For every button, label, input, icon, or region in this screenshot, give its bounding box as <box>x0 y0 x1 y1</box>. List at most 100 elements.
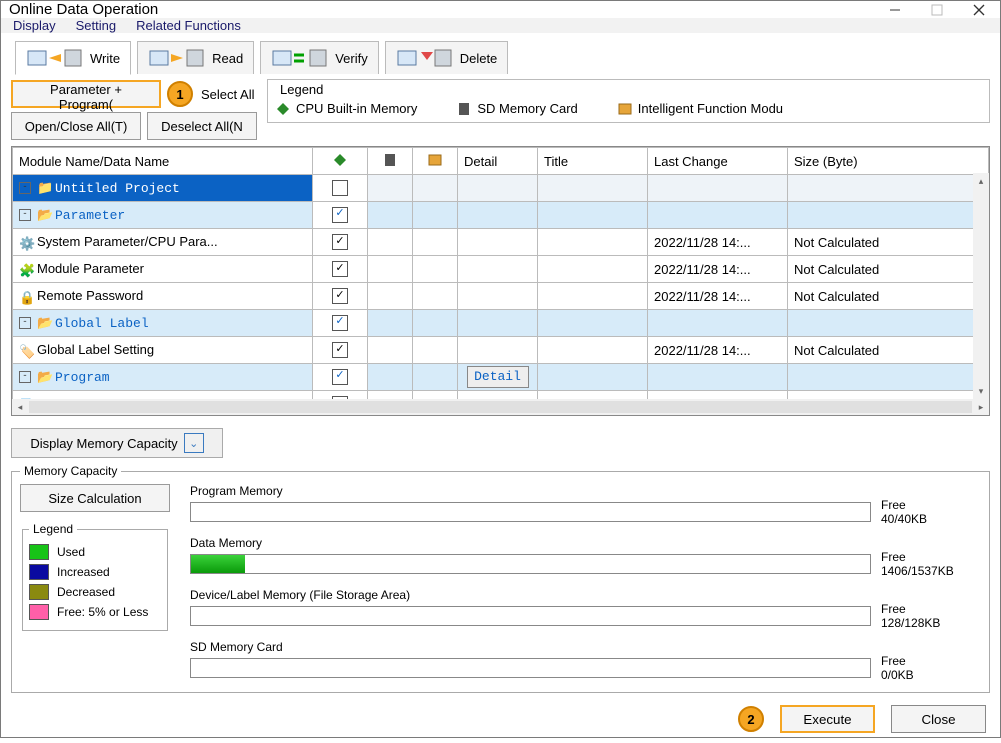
select-all-button[interactable]: Select All <box>199 80 256 108</box>
cpu-chip-icon <box>276 102 290 116</box>
menubar: Display Setting Related Functions <box>1 18 1000 33</box>
tabs: Write Read Verify Delete <box>11 37 990 74</box>
horizontal-scrollbar[interactable]: ◂▸ <box>12 399 989 415</box>
row-remote-pw[interactable]: 🔒Remote Password 2022/11/28 14:...Not Ca… <box>13 283 989 310</box>
parameter-program-button[interactable]: Parameter + Program( <box>11 80 161 108</box>
checkbox[interactable] <box>332 261 348 277</box>
program-icon: 📄 <box>19 398 33 399</box>
tab-read-label: Read <box>212 51 243 66</box>
delete-icon <box>396 47 454 69</box>
display-memory-capacity-toggle[interactable]: Display Memory Capacity ⌄ <box>11 428 223 458</box>
window-title: Online Data Operation <box>9 1 874 18</box>
tab-write[interactable]: Write <box>15 41 131 75</box>
tab-delete-label: Delete <box>460 51 498 66</box>
checkbox[interactable] <box>332 234 348 250</box>
menu-display[interactable]: Display <box>13 18 56 33</box>
checkbox[interactable] <box>332 396 348 399</box>
memory-capacity-title: Memory Capacity <box>20 464 121 478</box>
legend-box: Legend CPU Built-in Memory SD Memory Car… <box>267 79 990 123</box>
bar-program-memory: Program Memory Free40/40KB <box>190 484 981 526</box>
tab-verify-label: Verify <box>335 51 368 66</box>
col-detail[interactable]: Detail <box>458 148 538 175</box>
col-last[interactable]: Last Change <box>648 148 788 175</box>
data-grid: Module Name/Data Name Detail Title Last … <box>11 146 990 416</box>
row-main[interactable]: 📄MAIN 2022/11/28 14:Not Calculated <box>13 391 989 400</box>
footer: 2 Execute Close <box>11 699 990 733</box>
memory-capacity: Memory Capacity Size Calculation Legend … <box>11 464 990 693</box>
row-global-label-setting[interactable]: 🏷️Global Label Setting 2022/11/28 14:...… <box>13 337 989 364</box>
row-global-label[interactable]: -📂Global Label <box>13 310 989 337</box>
checkbox[interactable] <box>332 288 348 304</box>
checkbox[interactable] <box>332 342 348 358</box>
content: Write Read Verify Delete Parameter + Pro… <box>1 33 1000 743</box>
write-icon <box>26 47 84 69</box>
legend-used: Used <box>29 544 161 560</box>
checkbox[interactable] <box>332 180 348 196</box>
legend-ifm: Intelligent Function Modu <box>618 101 783 116</box>
legend-decreased: Decreased <box>29 584 161 600</box>
lock-icon: 🔒 <box>19 290 33 304</box>
module-icon <box>618 102 632 116</box>
legend-sd: SD Memory Card <box>457 101 577 116</box>
col-size[interactable]: Size (Byte) <box>788 148 989 175</box>
tab-delete[interactable]: Delete <box>385 41 509 74</box>
selection-buttons: Parameter + Program( 1 Select All Open/C… <box>11 80 257 140</box>
close-dialog-button[interactable]: Close <box>891 705 986 733</box>
collapse-icon[interactable]: - <box>19 371 31 383</box>
bar-data-memory: Data Memory Free1406/1537KB <box>190 536 981 578</box>
chevron-down-icon: ⌄ <box>184 433 204 453</box>
close-button[interactable] <box>958 1 1000 18</box>
col-sd-icon[interactable] <box>368 148 413 175</box>
scroll-down-icon[interactable]: ▾ <box>973 383 989 399</box>
row-project[interactable]: -📁Untitled Project <box>13 175 989 202</box>
col-title[interactable]: Title <box>538 148 648 175</box>
collapse-icon[interactable]: - <box>19 317 31 329</box>
scroll-right-icon[interactable]: ▸ <box>973 402 989 413</box>
scroll-left-icon[interactable]: ◂ <box>12 402 28 413</box>
detail-button[interactable]: Detail <box>467 366 529 388</box>
col-name[interactable]: Module Name/Data Name <box>13 148 313 175</box>
tab-read[interactable]: Read <box>137 41 254 74</box>
row-module-param[interactable]: 🧩Module Parameter 2022/11/28 14:...Not C… <box>13 256 989 283</box>
legend-cpu: CPU Built-in Memory <box>276 101 417 116</box>
scroll-up-icon[interactable]: ▴ <box>973 173 989 189</box>
deselect-all-button[interactable]: Deselect All(N <box>147 112 257 140</box>
size-calculation-button[interactable]: Size Calculation <box>20 484 170 512</box>
minimize-button[interactable] <box>874 1 916 18</box>
folder-icon: 📂 <box>37 370 51 384</box>
project-icon: 📁 <box>37 181 51 195</box>
scroll-track[interactable] <box>29 401 972 413</box>
window: Online Data Operation Display Setting Re… <box>0 0 1001 738</box>
legend-free5: Free: 5% or Less <box>29 604 161 620</box>
open-close-all-button[interactable]: Open/Close All(T) <box>11 112 141 140</box>
checkbox[interactable] <box>332 315 348 331</box>
grid-header: Module Name/Data Name Detail Title Last … <box>13 148 989 175</box>
titlebar: Online Data Operation <box>1 1 1000 18</box>
bar-device-memory: Device/Label Memory (File Storage Area) … <box>190 588 981 630</box>
sd-card-icon <box>457 102 471 116</box>
row-program[interactable]: -📂Program Detail <box>13 364 989 391</box>
menu-related[interactable]: Related Functions <box>136 18 241 33</box>
checkbox[interactable] <box>332 207 348 223</box>
row-parameter[interactable]: -📂Parameter <box>13 202 989 229</box>
menu-setting[interactable]: Setting <box>76 18 116 33</box>
col-cpu-icon[interactable] <box>313 148 368 175</box>
read-icon <box>148 47 206 69</box>
collapse-icon[interactable]: - <box>19 209 31 221</box>
tab-verify[interactable]: Verify <box>260 41 379 74</box>
disclosure-label: Display Memory Capacity <box>30 436 177 451</box>
collapse-icon[interactable]: - <box>19 182 31 194</box>
label-icon: 🏷️ <box>19 344 33 358</box>
execute-button[interactable]: Execute <box>780 705 875 733</box>
row-sys-param[interactable]: ⚙️System Parameter/CPU Para... 2022/11/2… <box>13 229 989 256</box>
folder-icon: 📂 <box>37 208 51 222</box>
vertical-scrollbar[interactable]: ▴▾ <box>973 173 989 399</box>
callout-1: 1 <box>167 81 193 107</box>
maximize-button[interactable] <box>916 1 958 18</box>
bar-sd-memory: SD Memory Card Free0/0KB <box>190 640 981 682</box>
tab-write-label: Write <box>90 51 120 66</box>
checkbox[interactable] <box>332 369 348 385</box>
col-module-icon[interactable] <box>413 148 458 175</box>
callout-2: 2 <box>738 706 764 732</box>
legend-title: Legend <box>276 82 327 97</box>
